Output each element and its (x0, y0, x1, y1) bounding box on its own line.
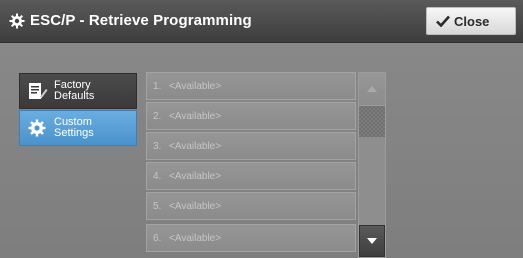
list-scrollbar[interactable] (358, 72, 386, 258)
list-item-number: 6. (153, 232, 162, 244)
scroll-down-button[interactable] (359, 225, 385, 257)
list-item-text: <Available> (169, 110, 222, 122)
close-button[interactable]: Close (426, 7, 516, 35)
list-item-text: <Available> (169, 140, 222, 152)
screen: ESC/P - Retrieve Programming Close Facto… (0, 0, 523, 258)
list-item-text: <Available> (169, 170, 222, 182)
list-item[interactable]: 3. <Available> (146, 132, 356, 160)
menu-item-label: Custom Settings (54, 116, 94, 139)
document-pencil-icon (29, 83, 48, 99)
title-bar: ESC/P - Retrieve Programming Close (0, 0, 523, 43)
list-item-text: <Available> (169, 232, 222, 244)
list-item-text: <Available> (169, 80, 222, 92)
close-button-label: Close (454, 13, 490, 29)
list-item[interactable]: 6. <Available> (146, 224, 356, 252)
list-item[interactable]: 2. <Available> (146, 102, 356, 130)
arrow-down-icon (367, 238, 377, 244)
list-item-text: <Available> (169, 200, 222, 212)
scroll-thumb[interactable] (359, 106, 385, 137)
menu-item-custom-settings[interactable]: Custom Settings (19, 110, 137, 146)
checkmark-icon (436, 15, 450, 27)
scroll-up-button[interactable] (359, 73, 385, 106)
page-title: ESC/P - Retrieve Programming (30, 12, 252, 29)
list-item-number: 5. (153, 200, 162, 212)
list-item[interactable]: 1. <Available> (146, 72, 356, 100)
arrow-up-icon (367, 86, 377, 92)
menu-item-factory-defaults[interactable]: Factory Defaults (19, 73, 137, 109)
list-item[interactable]: 4. <Available> (146, 162, 356, 190)
list-item[interactable]: 5. <Available> (146, 192, 356, 220)
menu-item-label: Factory Defaults (54, 79, 95, 102)
gear-icon (28, 119, 46, 137)
list-item-number: 4. (153, 170, 162, 182)
list-item-number: 3. (153, 140, 162, 152)
gear-icon (9, 13, 25, 29)
list-item-number: 1. (153, 80, 162, 92)
list-item-number: 2. (153, 110, 162, 122)
programming-list: 1. <Available> 2. <Available> 3. <Availa… (146, 72, 356, 258)
